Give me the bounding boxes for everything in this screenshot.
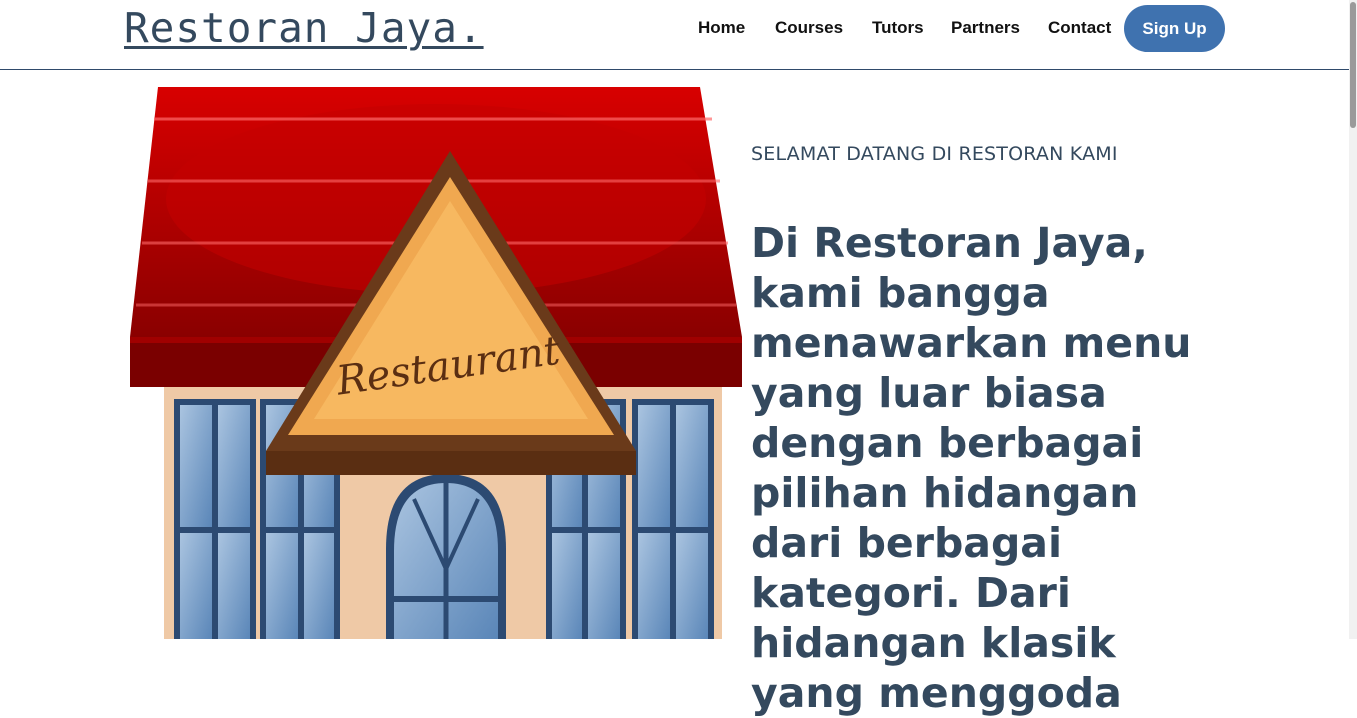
left-window — [174, 399, 256, 639]
scrollbar-thumb[interactable] — [1350, 2, 1356, 128]
restaurant-illustration: Restaurant — [124, 79, 750, 639]
navbar: Restoran Jaya. Home Courses Tutors Partn… — [0, 0, 1349, 70]
vertical-scrollbar[interactable] — [1349, 0, 1357, 639]
nav-contact[interactable]: Contact — [1048, 18, 1111, 38]
nav-tutors[interactable]: Tutors — [872, 18, 924, 38]
nav-partners[interactable]: Partners — [951, 18, 1020, 38]
hero-description: Di Restoran Jaya, kami bangga menawarkan… — [751, 219, 1192, 717]
brand-logo-link[interactable]: Restoran Jaya. — [124, 4, 484, 52]
welcome-heading: SELAMAT DATANG DI RESTORAN KAMI — [751, 143, 1118, 165]
right-window-2 — [632, 399, 714, 639]
sign-up-button[interactable]: Sign Up — [1124, 5, 1225, 52]
nav-courses[interactable]: Courses — [775, 18, 843, 38]
nav-home[interactable]: Home — [698, 18, 745, 38]
arched-window — [386, 474, 506, 639]
